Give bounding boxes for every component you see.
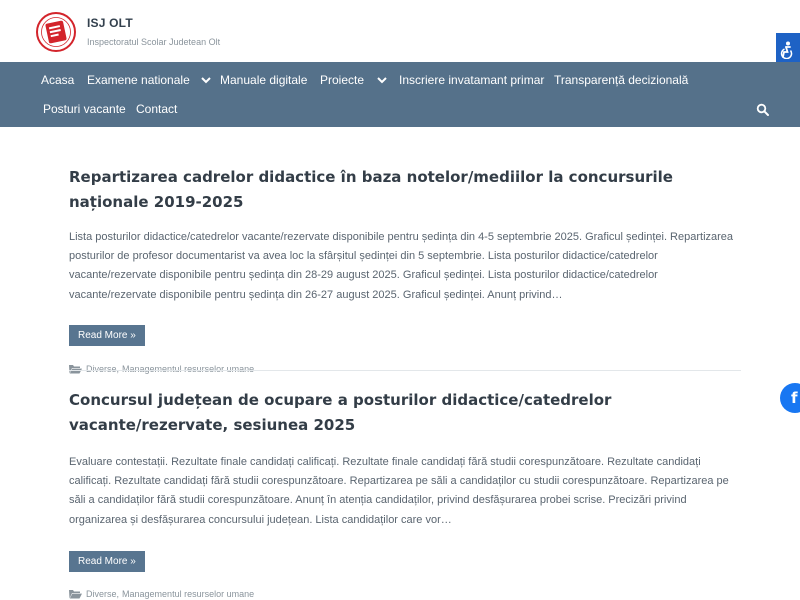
main-navigation: Acasa Examene nationale Manuale digitale… xyxy=(0,62,800,127)
nav-item-inscriere-invatamant-primar[interactable]: Inscriere invatamant primar xyxy=(399,70,544,90)
post-title[interactable]: Concursul județean de ocupare a posturil… xyxy=(69,388,741,438)
post-article: Repartizarea cadrelor didactice în baza … xyxy=(69,165,741,374)
site-description: Inspectoratul Scolar Judetean Olt xyxy=(87,37,221,47)
category-link[interactable]: Diverse xyxy=(86,589,117,599)
nav-item-transparenta-decizionala[interactable]: Transparență decizională xyxy=(554,70,688,90)
post-title[interactable]: Repartizarea cadrelor didactice în baza … xyxy=(69,165,741,215)
chevron-down-icon xyxy=(201,77,211,84)
post-categories: Diverse, Managementul resurselor umane xyxy=(69,364,741,374)
nav-item-examene-nationale[interactable]: Examene nationale xyxy=(87,70,211,90)
nav-label: Contact xyxy=(136,102,178,116)
category-link[interactable]: Managementul resurselor umane xyxy=(122,589,254,599)
nav-label: Transparență decizională xyxy=(554,73,689,87)
nav-label: Posturi vacante xyxy=(43,102,126,116)
read-more-button[interactable]: Read More » xyxy=(69,324,145,346)
nav-label: Proiecte xyxy=(320,73,365,87)
post-article: Concursul județean de ocupare a posturil… xyxy=(69,388,741,599)
nav-label: Acasa xyxy=(41,73,75,87)
site-title[interactable]: ISJ OLT xyxy=(87,16,133,30)
nav-item-acasa[interactable]: Acasa xyxy=(41,70,74,90)
nav-label: Examene nationale xyxy=(87,73,190,87)
read-more-button[interactable]: Read More » xyxy=(69,550,145,572)
accessibility-icon xyxy=(780,41,793,59)
post-excerpt: Lista posturilor didactice/catedrelor va… xyxy=(69,231,734,301)
nav-label: Inscriere invatamant primar xyxy=(399,73,545,87)
nav-item-posturi-vacante[interactable]: Posturi vacante xyxy=(43,99,126,119)
nav-label: Manuale digitale xyxy=(220,73,308,87)
category-link[interactable]: Managementul resurselor umane xyxy=(122,364,254,374)
chevron-down-icon xyxy=(377,77,387,84)
post-excerpt: Evaluare contestații. Rezultate finale c… xyxy=(69,456,729,526)
category-link[interactable]: Diverse xyxy=(86,364,117,374)
post-categories: Diverse, Managementul resurselor umane xyxy=(69,589,741,599)
nav-item-proiecte[interactable]: Proiecte xyxy=(320,70,387,90)
category-separator: , xyxy=(116,363,120,374)
nav-item-contact[interactable]: Contact xyxy=(136,99,177,119)
folder-icon xyxy=(69,364,82,374)
folder-icon xyxy=(69,589,82,599)
nav-item-manuale-digitale[interactable]: Manuale digitale xyxy=(220,70,307,90)
post-divider xyxy=(69,370,741,371)
facebook-button[interactable]: f xyxy=(780,383,800,413)
category-separator: , xyxy=(116,588,120,599)
site-header: ISJ OLT Inspectoratul Scolar Judetean Ol… xyxy=(0,0,800,62)
search-icon[interactable] xyxy=(756,103,770,117)
facebook-icon: f xyxy=(791,389,798,407)
isj-olt-logo[interactable] xyxy=(36,12,76,52)
